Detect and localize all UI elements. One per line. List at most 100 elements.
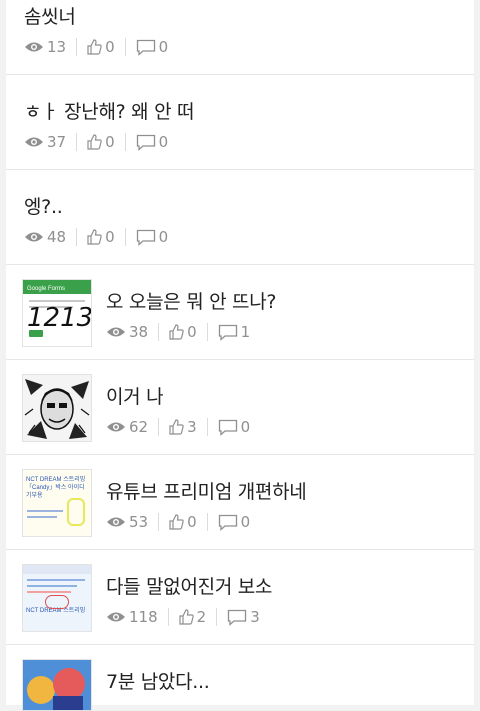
comment-count-value: 0 <box>158 228 169 246</box>
comment-icon <box>218 324 237 341</box>
comment-count[interactable]: 0 <box>218 418 251 436</box>
divider <box>76 228 78 246</box>
view-count: 13 <box>24 38 66 56</box>
view-count: 62 <box>106 418 148 436</box>
colorful-photo <box>23 660 91 710</box>
comment-icon <box>136 229 155 246</box>
post-item[interactable]: Google Forms 1213 오 오늘은 뭐 안 뜨나? 38 0 1 <box>6 265 474 360</box>
view-count-value: 62 <box>129 418 149 436</box>
divider <box>124 133 126 151</box>
comment-icon <box>228 609 247 626</box>
comment-count-value: 0 <box>240 418 251 436</box>
google-forms-screenshot: Google Forms 1213 <box>23 280 91 346</box>
post-title[interactable]: 엥?.. <box>24 192 63 219</box>
like-count[interactable]: 0 <box>87 38 115 56</box>
comment-count[interactable]: 0 <box>136 38 169 56</box>
post-thumbnail[interactable] <box>22 659 92 711</box>
post-item[interactable]: 이거 나 62 3 0 <box>6 360 474 455</box>
post-title[interactable]: 오 오늘은 뭐 안 뜨나? <box>106 287 276 314</box>
comment-icon <box>218 419 237 436</box>
thumbs-up-icon <box>169 324 184 340</box>
eye-icon <box>107 327 125 337</box>
thumbs-up-icon <box>87 229 102 245</box>
eye-icon <box>25 42 43 52</box>
post-title[interactable]: 7분 남았다... <box>106 667 210 694</box>
post-item[interactable]: NCT DREAM 스트리밍 다들 말없어진거 보소 118 2 3 <box>6 550 474 645</box>
like-count-value: 0 <box>187 513 197 531</box>
post-title[interactable]: 솜씻너 <box>24 2 76 29</box>
thumbs-up-icon <box>179 609 194 625</box>
post-meta: 62 3 0 <box>106 418 250 436</box>
phone-screenshot: NCT DREAM 스트리밍 <box>23 565 91 631</box>
post-thumbnail[interactable]: NCT DREAM 스트리밍 <box>22 564 92 632</box>
manga-panel-image <box>23 375 91 441</box>
thumb-red-mark <box>45 595 69 609</box>
comment-icon <box>136 134 155 151</box>
thumb-header-text: Google Forms <box>27 286 65 292</box>
like-count[interactable]: 0 <box>169 323 197 341</box>
thumb-topbar <box>23 565 91 574</box>
comment-count-value: 3 <box>250 608 260 626</box>
view-count: 118 <box>106 608 158 626</box>
post-title[interactable]: 이거 나 <box>106 382 164 409</box>
like-count[interactable]: 0 <box>87 228 115 246</box>
thumb-text-line <box>27 516 57 518</box>
comment-count[interactable]: 1 <box>218 323 251 341</box>
view-count: 53 <box>106 513 148 531</box>
comment-count[interactable]: 0 <box>218 513 251 531</box>
comment-count-value: 1 <box>240 323 251 341</box>
divider <box>158 513 160 531</box>
post-thumbnail[interactable]: Google Forms 1213 <box>22 279 92 347</box>
comment-icon <box>218 514 237 531</box>
view-count-value: 48 <box>47 228 67 246</box>
note-screenshot: NCT DREAM 스트리밍「Candy」박스 아이디 기부용 <box>23 470 91 536</box>
thumb-highlight-mark <box>67 498 85 526</box>
thumb-note-text: NCT DREAM 스트리밍「Candy」박스 아이디 기부용 <box>26 477 86 499</box>
post-thumbnail[interactable] <box>22 374 92 442</box>
like-count[interactable]: 2 <box>179 608 206 626</box>
comment-count[interactable]: 3 <box>227 608 260 626</box>
divider <box>167 608 169 626</box>
post-item[interactable]: NCT DREAM 스트리밍「Candy」박스 아이디 기부용 유튜브 프리미엄… <box>6 455 474 550</box>
divider <box>158 323 160 341</box>
post-item[interactable]: 엥?.. 48 0 0 <box>6 170 474 265</box>
divider <box>206 418 208 436</box>
eye-icon <box>25 137 43 147</box>
view-count: 38 <box>106 323 148 341</box>
view-count-value: 38 <box>129 323 149 341</box>
post-meta: 48 0 0 <box>24 228 168 246</box>
view-count-value: 37 <box>47 133 67 151</box>
like-count-value: 0 <box>105 133 115 151</box>
like-count[interactable]: 3 <box>169 418 197 436</box>
divider <box>206 513 208 531</box>
comment-count[interactable]: 0 <box>136 133 169 151</box>
divider <box>124 38 126 56</box>
post-title[interactable]: 유튜브 프리미엄 개편하네 <box>106 477 307 504</box>
post-item[interactable]: 7분 남았다... <box>6 645 474 711</box>
eye-icon <box>25 232 43 242</box>
post-meta: 38 0 1 <box>106 323 250 341</box>
comment-count-value: 0 <box>240 513 251 531</box>
comment-count-value: 0 <box>158 133 169 151</box>
thumb-text-line <box>27 579 85 581</box>
thumbs-up-icon <box>169 419 184 435</box>
like-count[interactable]: 0 <box>169 513 197 531</box>
thumbs-up-icon <box>87 134 102 150</box>
like-count-value: 0 <box>105 228 115 246</box>
comment-count-value: 0 <box>158 38 169 56</box>
post-title[interactable]: 다들 말없어진거 보소 <box>106 572 272 599</box>
comment-count[interactable]: 0 <box>136 228 169 246</box>
thumb-text-line <box>27 591 71 593</box>
like-count[interactable]: 0 <box>87 133 115 151</box>
post-thumbnail[interactable]: NCT DREAM 스트리밍「Candy」박스 아이디 기부용 <box>22 469 92 537</box>
post-title[interactable]: ㅎㅏ 장난해? 왜 안 떠 <box>24 97 194 124</box>
thumbs-up-icon <box>87 39 102 55</box>
like-count-value: 0 <box>105 38 115 56</box>
view-count: 48 <box>24 228 66 246</box>
thumb-text-line <box>27 585 77 587</box>
post-item[interactable]: 솜씻너 13 0 0 <box>6 0 474 75</box>
post-item[interactable]: ㅎㅏ 장난해? 왜 안 떠 37 0 0 <box>6 75 474 170</box>
thumbs-up-icon <box>169 514 184 530</box>
view-count-value: 53 <box>129 513 149 531</box>
eye-icon <box>107 517 125 527</box>
